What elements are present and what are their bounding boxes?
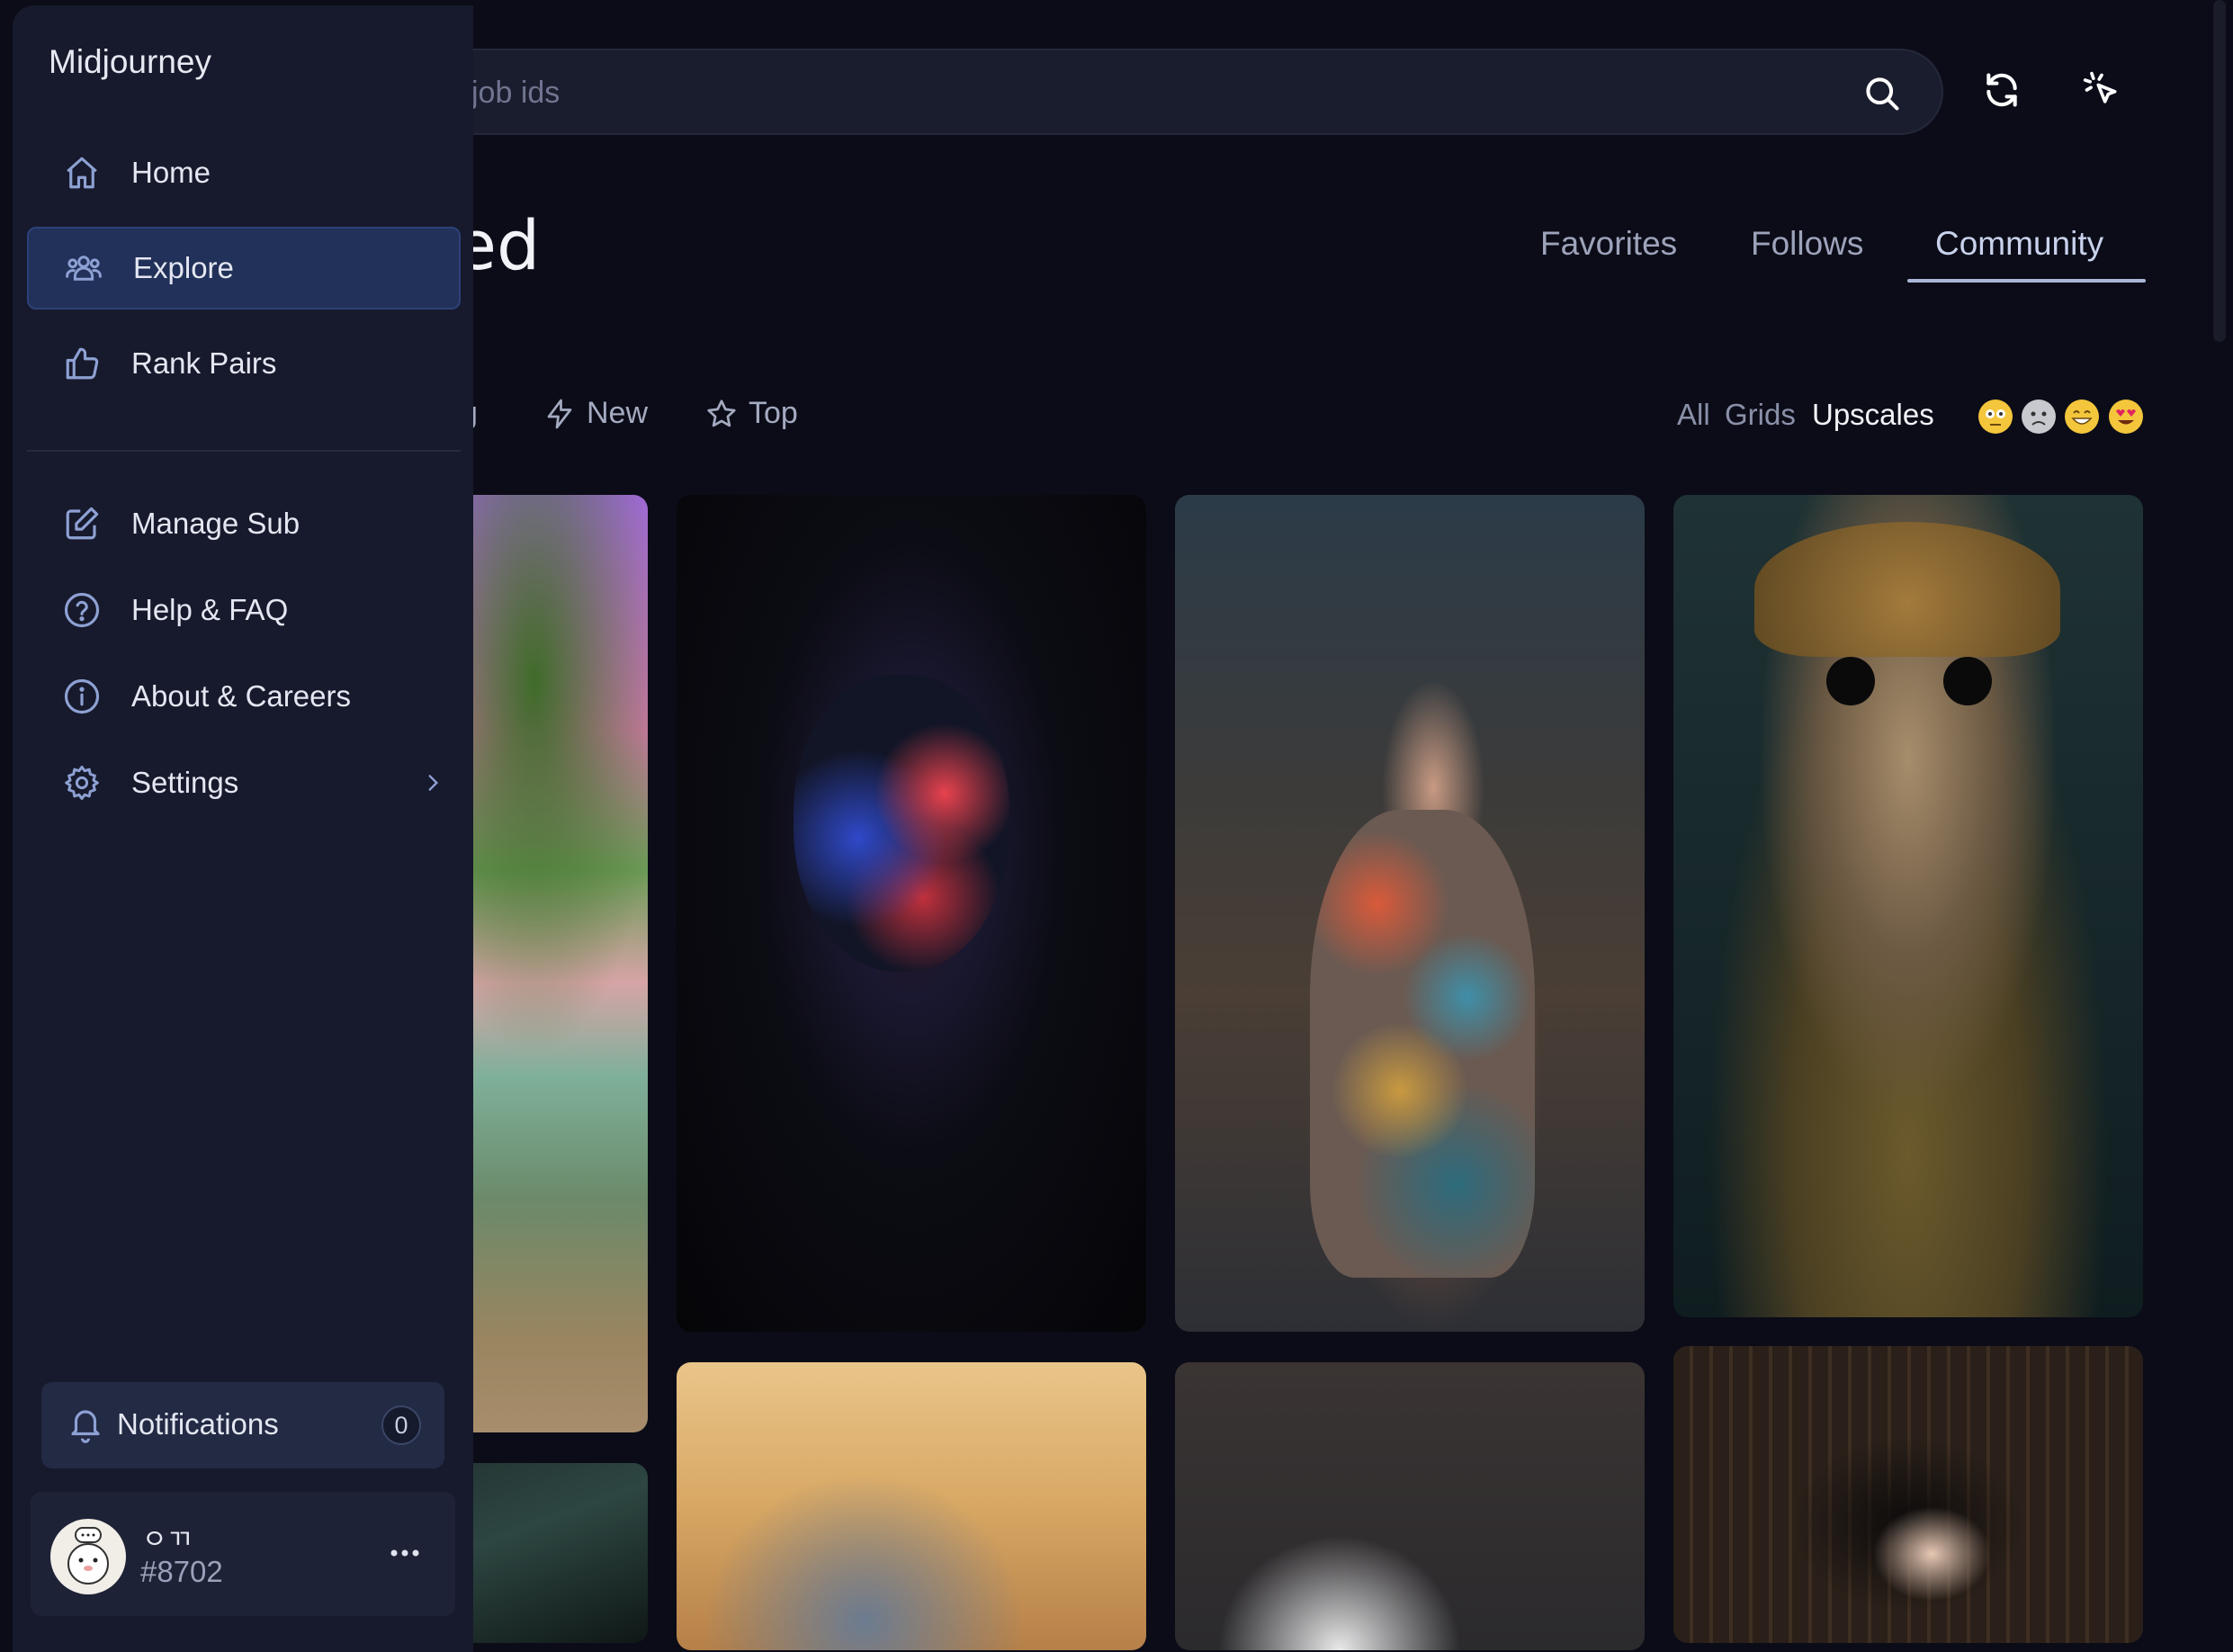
sort-new-label: New bbox=[587, 396, 649, 430]
feed-image-robot[interactable] bbox=[1175, 1362, 1645, 1650]
cursor-click-icon[interactable] bbox=[2082, 70, 2121, 110]
meerkat-eye bbox=[1826, 657, 1875, 705]
thumbs-up-icon bbox=[66, 347, 99, 380]
heart-eyes-face-icon[interactable] bbox=[2108, 399, 2144, 435]
sidebar-item-settings[interactable]: Settings bbox=[27, 741, 461, 824]
sort-top-label: Top bbox=[749, 396, 798, 430]
search-placeholder: job ids bbox=[471, 76, 560, 110]
sort-top-button[interactable]: Top bbox=[705, 396, 798, 431]
feed-image-meerkat[interactable] bbox=[1673, 495, 2143, 1317]
sidebar-item-help[interactable]: Help & FAQ bbox=[27, 569, 461, 651]
sidebar-item-label: Rank Pairs bbox=[131, 346, 277, 380]
sidebar-item-label: Settings bbox=[131, 766, 239, 799]
sidebar-item-label: Explore bbox=[133, 251, 234, 284]
tab-community[interactable]: Community bbox=[1935, 225, 2103, 263]
frown-face-icon[interactable] bbox=[2021, 399, 2057, 435]
help-icon bbox=[64, 592, 100, 628]
sidebar-item-label: Manage Sub bbox=[131, 507, 300, 540]
brand-name[interactable]: Midjourney bbox=[49, 43, 211, 81]
avatar[interactable] bbox=[50, 1519, 126, 1594]
sidebar-item-rank-pairs[interactable]: Rank Pairs bbox=[27, 322, 461, 405]
sidebar: Midjourney Home Explore Rank Pairs Manag… bbox=[13, 5, 473, 1652]
sidebar-item-explore[interactable]: Explore bbox=[27, 227, 461, 310]
sidebar-item-home[interactable]: Home bbox=[27, 131, 461, 214]
more-options-icon[interactable] bbox=[387, 1544, 423, 1562]
edit-icon bbox=[66, 507, 99, 540]
lightning-icon bbox=[547, 399, 572, 428]
search-bar[interactable]: job ids bbox=[423, 49, 1943, 135]
neutral-face-icon[interactable] bbox=[1977, 399, 2013, 435]
sidebar-item-manage-sub[interactable]: Manage Sub bbox=[27, 482, 461, 565]
notifications-button[interactable]: Notifications 0 bbox=[41, 1382, 444, 1468]
filter-grids[interactable]: Grids bbox=[1725, 398, 1796, 432]
refresh-icon[interactable] bbox=[1982, 70, 2022, 110]
painted-face bbox=[794, 675, 1009, 972]
active-tab-indicator bbox=[1907, 279, 2146, 283]
search-icon[interactable] bbox=[1862, 74, 1902, 113]
page-scrollbar[interactable] bbox=[2213, 0, 2226, 342]
feed-image-portrait[interactable] bbox=[1673, 1346, 2143, 1643]
sidebar-item-label: Home bbox=[131, 156, 211, 189]
sidebar-divider bbox=[27, 450, 461, 452]
tab-favorites[interactable]: Favorites bbox=[1540, 225, 1677, 263]
feed-image-mosaic-dress-woman[interactable] bbox=[1175, 495, 1645, 1332]
avatar-illustration-icon bbox=[67, 1527, 109, 1585]
people-icon bbox=[66, 256, 102, 281]
tab-follows[interactable]: Follows bbox=[1751, 225, 1863, 263]
sidebar-item-label: Help & FAQ bbox=[131, 593, 289, 626]
sort-new-button[interactable]: New bbox=[543, 396, 648, 431]
feed-image-hooded-figure[interactable] bbox=[677, 495, 1146, 1332]
user-name: ㅇㄲ bbox=[142, 1525, 193, 1555]
bell-icon bbox=[71, 1410, 100, 1443]
notifications-label: Notifications bbox=[117, 1407, 279, 1441]
feed-image-bird[interactable] bbox=[677, 1362, 1146, 1650]
star-icon bbox=[707, 399, 736, 426]
user-card[interactable]: ㅇㄲ #8702 bbox=[31, 1492, 455, 1616]
home-icon bbox=[67, 157, 97, 189]
mosaic-dress bbox=[1310, 810, 1535, 1278]
notifications-count-badge: 0 bbox=[381, 1405, 421, 1445]
filter-upscales[interactable]: Upscales bbox=[1812, 398, 1934, 432]
sidebar-item-about[interactable]: About & Careers bbox=[27, 655, 461, 738]
meerkat-hat bbox=[1754, 522, 2060, 657]
gear-icon bbox=[65, 766, 99, 800]
grin-face-icon[interactable] bbox=[2064, 399, 2100, 435]
sidebar-item-label: About & Careers bbox=[131, 679, 351, 713]
info-icon bbox=[64, 678, 100, 714]
user-tag: #8702 bbox=[140, 1555, 223, 1588]
filter-all[interactable]: All bbox=[1677, 398, 1710, 432]
chevron-right-icon bbox=[428, 775, 439, 791]
meerkat-eye bbox=[1943, 657, 1992, 705]
